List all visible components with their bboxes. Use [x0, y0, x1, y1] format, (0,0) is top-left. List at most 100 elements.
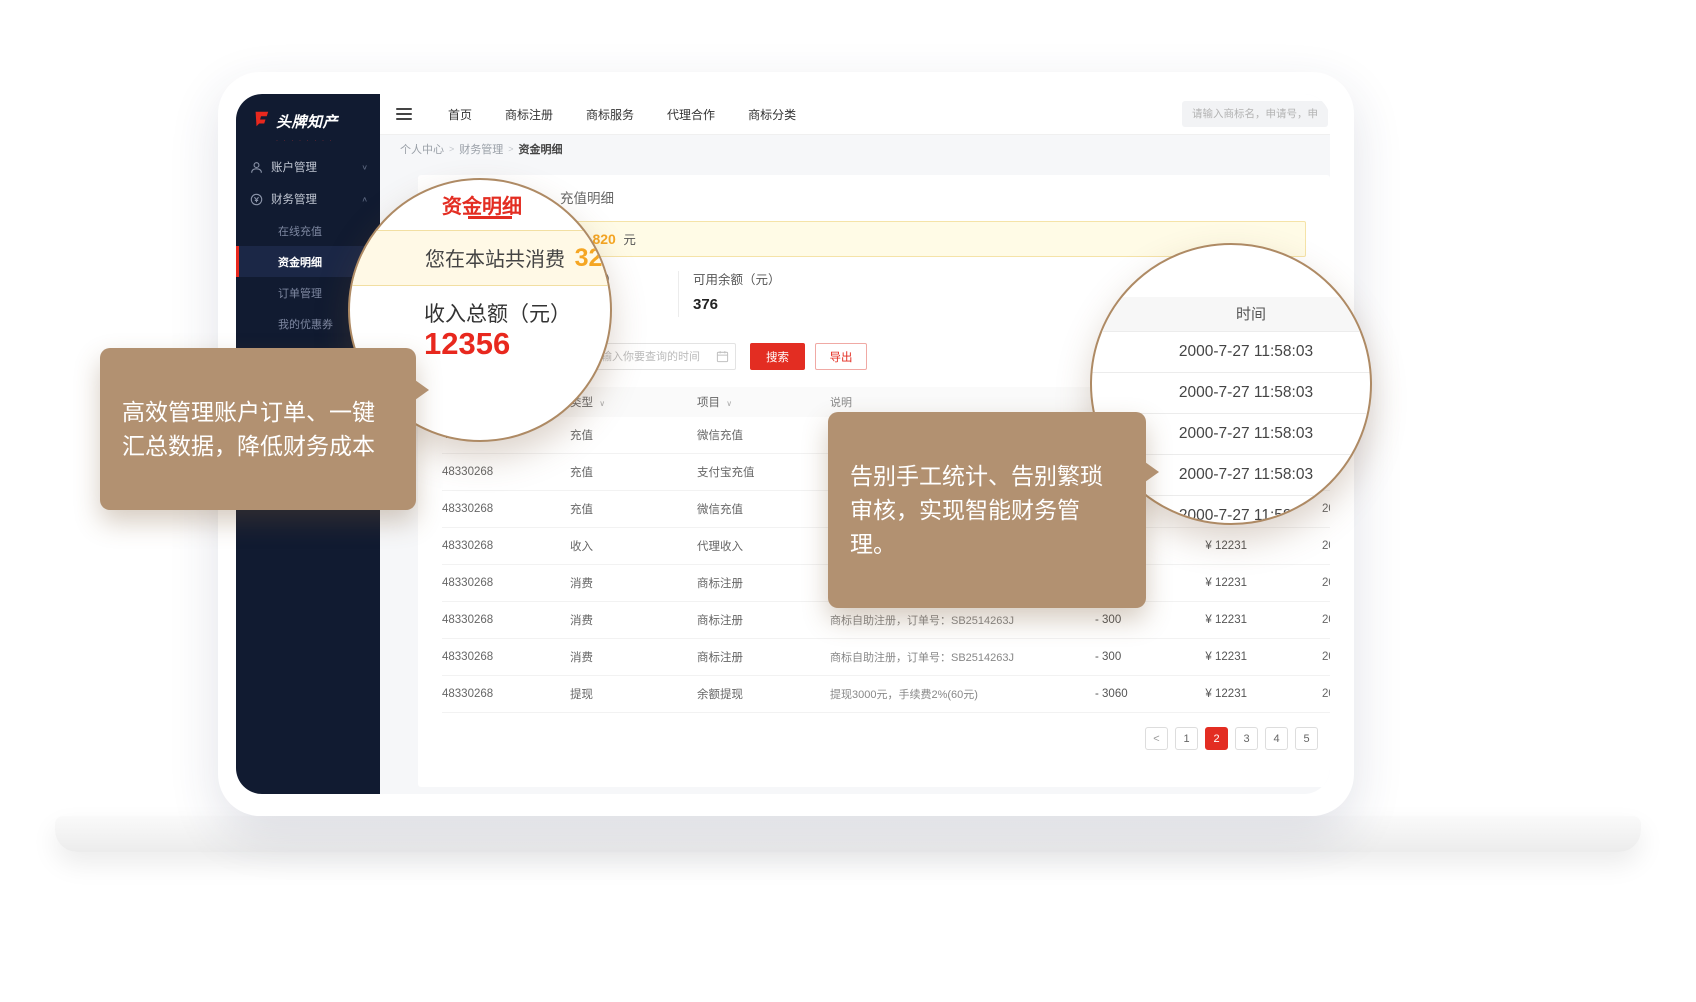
sidebar-item-account[interactable]: 账户管理 ∨ [236, 151, 380, 183]
user-icon [250, 161, 263, 174]
cell-type: 充值 [570, 427, 697, 443]
cell-project: 微信充值 [697, 501, 830, 517]
nav-home[interactable]: 首页 [448, 106, 472, 123]
cell-order: 48330268 [442, 614, 570, 626]
sort-caret-icon: ∨ [726, 399, 732, 408]
logo-subtitle: · · · · · · · · [236, 139, 380, 151]
chevron-down-icon: ∨ [361, 163, 368, 172]
date-range-input[interactable] [590, 343, 736, 370]
magnified-banner: 您在本站共消费 32124 元 [348, 230, 612, 286]
cell-order: 48330268 [442, 577, 570, 589]
table-row: 48330268 消费 商标注册 商标自助注册，订单号：SB2514263J -… [442, 639, 1330, 676]
pagination: < 1 2 3 4 5 [1145, 727, 1318, 750]
cell-balance: ¥ 12231 [1162, 577, 1262, 589]
cell-time: 2000-7-27 11:58:03 [1262, 614, 1330, 626]
cell-desc: 商标自助注册，订单号：SB2514263J [830, 649, 1087, 665]
callout-left-text: 高效管理账户订单、一键 汇总数据，降低财务成本 [122, 399, 375, 459]
breadcrumb-separator-icon: > [449, 144, 454, 154]
cell-project: 商标注册 [697, 575, 830, 591]
sidebar-item-finance[interactable]: 财务管理 ∧ [236, 183, 380, 215]
prev-page-button[interactable]: < [1145, 727, 1168, 750]
logo: 头牌知产 [236, 94, 380, 139]
cell-time: 2000-7-27 11:58:03 [1262, 688, 1330, 700]
nav-trademark-register[interactable]: 商标注册 [505, 106, 553, 123]
stat-label: 可用余额（元） [693, 269, 781, 288]
magnified-tab-label: 资金明细 [442, 190, 522, 219]
col-project-header[interactable]: 项目 ∨ [697, 394, 830, 410]
cell-time: 2000-7-27 11:58:03 [1262, 540, 1330, 552]
page: 头牌知产 · · · · · · · · 账户管理 ∨ 财务管理 ∧ 在线充值 … [0, 0, 1696, 1002]
breadcrumb-item[interactable]: 个人中心 [400, 141, 444, 157]
cell-type: 消费 [570, 649, 697, 665]
cell-project: 微信充值 [697, 427, 830, 443]
breadcrumb-item[interactable]: 财务管理 [459, 141, 503, 157]
magnified-time-cell: 2000-7-27 11:58:03 [1092, 332, 1370, 373]
cell-order: 48330268 [442, 688, 570, 700]
tab-recharge-detail[interactable]: 充值明细 [560, 187, 614, 207]
cell-balance: ¥ 12231 [1162, 540, 1262, 552]
logo-text: 头牌知产 [276, 111, 338, 132]
search-button[interactable]: 搜索 [750, 343, 805, 370]
finance-icon [250, 193, 263, 206]
cell-balance: ¥ 12231 [1162, 651, 1262, 663]
laptop-base [55, 816, 1641, 852]
top-navbar: 首页 商标注册 商标服务 代理合作 商标分类 [380, 94, 1330, 135]
cell-type: 收入 [570, 538, 697, 554]
stat-divider [678, 271, 679, 317]
page-button[interactable]: 4 [1265, 727, 1288, 750]
cell-order: 48330268 [442, 503, 570, 515]
sidebar-item-label: 财务管理 [271, 191, 317, 207]
page-button[interactable]: 3 [1235, 727, 1258, 750]
cell-type: 充值 [570, 464, 697, 480]
callout-tail [415, 380, 429, 400]
cell-amount: - 300 [1087, 651, 1162, 663]
cell-amount: - 300 [1087, 614, 1162, 626]
cell-project: 商标注册 [697, 649, 830, 665]
magnified-stat-label: 收入总额（元） [424, 298, 571, 328]
cell-desc: 提现3000元，手续费2%(60元) [830, 686, 1087, 702]
breadcrumb-current: 资金明细 [519, 141, 563, 157]
cell-time: 2000-7-27 11:58:03 [1262, 651, 1330, 663]
page-button-active[interactable]: 2 [1205, 727, 1228, 750]
magnified-banner-amount: 32124 [575, 244, 612, 272]
banner-unit: 元 [623, 233, 636, 247]
col-desc-header: 说明 [830, 394, 1087, 410]
nav-trademark-category[interactable]: 商标分类 [748, 106, 796, 123]
cell-type: 提现 [570, 686, 697, 702]
stat-balance: 可用余额（元） 376 [693, 269, 781, 313]
cell-type: 消费 [570, 612, 697, 628]
trademark-search-input[interactable] [1182, 101, 1328, 127]
magnified-banner-label: 您在本站共消费 [425, 249, 565, 271]
cell-balance: ¥ 12231 [1162, 688, 1262, 700]
callout-tail [1145, 462, 1159, 482]
nav-trademark-service[interactable]: 商标服务 [586, 106, 634, 123]
cell-project: 代理收入 [697, 538, 830, 554]
cell-desc: 商标自助注册，订单号：SB2514263J [830, 612, 1087, 628]
cell-time: 2000-7-27 11:58:03 [1262, 577, 1330, 589]
export-button[interactable]: 导出 [815, 343, 867, 370]
magnified-stat-value: 12356 [424, 326, 510, 362]
breadcrumb-separator-icon: > [508, 144, 513, 154]
page-button[interactable]: 5 [1295, 727, 1318, 750]
magnified-time-cell: 2000-7-27 11:58:03 [1092, 373, 1370, 414]
calendar-icon [716, 350, 729, 363]
nav-agency[interactable]: 代理合作 [667, 106, 715, 123]
top-nav: 首页 商标注册 商标服务 代理合作 商标分类 [448, 106, 796, 123]
col-type-header[interactable]: 类型 ∨ [570, 394, 697, 410]
cell-type: 充值 [570, 501, 697, 517]
cell-project: 余额提现 [697, 686, 830, 702]
cell-order: 48330268 [442, 651, 570, 663]
page-button[interactable]: 1 [1175, 727, 1198, 750]
menu-icon[interactable] [396, 108, 412, 120]
cell-order: 48330268 [442, 540, 570, 552]
cell-type: 消费 [570, 575, 697, 591]
cell-balance: ¥ 12231 [1162, 614, 1262, 626]
breadcrumb: 个人中心 > 财务管理 > 资金明细 [380, 135, 1330, 162]
magnified-time-header: 时间 [1092, 297, 1370, 332]
sidebar-item-label: 账户管理 [271, 159, 317, 175]
callout-right: 告别手工统计、告别繁琐 审核，实现智能财务管 理。 [828, 412, 1146, 608]
col-label: 项目 [697, 397, 720, 409]
cell-order: 48330268 [442, 466, 570, 478]
cell-amount: - 3060 [1087, 688, 1162, 700]
logo-icon [252, 110, 270, 133]
